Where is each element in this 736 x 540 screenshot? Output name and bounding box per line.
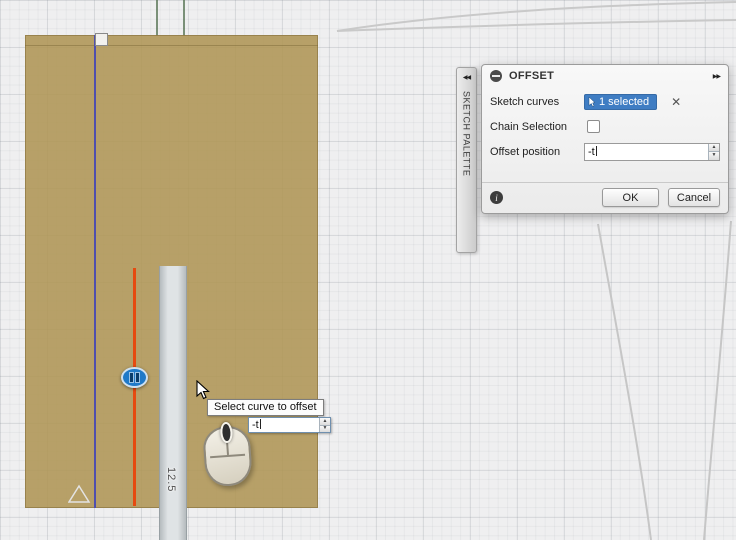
clear-selection-icon[interactable]: ✕	[671, 96, 681, 108]
row-sketch-curves: Sketch curves 1 selected ✕	[482, 89, 728, 114]
offset-position-label: Offset position	[490, 145, 561, 158]
dialog-header[interactable]: OFFSET ▶▶	[482, 65, 728, 85]
inline-spinner: ▲ ▼	[319, 418, 330, 432]
curve-right-outer	[703, 220, 732, 540]
profile-top-edge	[25, 45, 318, 46]
inline-input-value: -t	[252, 419, 261, 431]
expand-arrows-icon[interactable]: ▶▶	[713, 73, 721, 80]
chain-selection-label: Chain Selection	[490, 120, 568, 133]
text-caret	[595, 145, 597, 156]
sketch-curves-label: Sketch curves	[490, 95, 560, 108]
triangle-marker[interactable]	[68, 484, 92, 504]
spinner-up-icon[interactable]: ▲	[709, 143, 719, 151]
cancel-button[interactable]: Cancel	[668, 188, 720, 207]
spinner-down-icon[interactable]: ▼	[320, 424, 330, 432]
symmetry-bar	[130, 373, 133, 382]
row-offset-position: Offset position -t ▲ ▼	[482, 139, 728, 164]
collapse-arrows-icon[interactable]: ◀◀	[463, 68, 471, 81]
sketch-palette-title: SKETCH PALETTE	[461, 91, 472, 177]
offset-value-inline-input[interactable]: -t ▲ ▼	[248, 417, 331, 433]
dialog-grip-icon[interactable]	[490, 70, 502, 82]
cursor-arrow-icon	[588, 96, 596, 107]
text-caret	[259, 419, 261, 429]
offset-position-input[interactable]: -t ▲ ▼	[584, 142, 720, 161]
ok-button[interactable]: OK	[602, 188, 659, 207]
dialog-title: OFFSET	[509, 70, 555, 82]
sketch-canvas[interactable]: 12.5 Select curve to offset -t ▲ ▼ ◀◀ SK…	[0, 0, 736, 540]
dimension-label[interactable]: 12.5	[165, 467, 177, 492]
spinner-down-icon[interactable]: ▼	[709, 151, 719, 160]
slot-region[interactable]	[159, 266, 187, 540]
sketch-palette-collapsed[interactable]: ◀◀ SKETCH PALETTE	[456, 67, 477, 253]
mouse-cursor-icon	[196, 380, 210, 400]
mouse-hint-graphic	[202, 421, 254, 488]
tooltip: Select curve to offset	[207, 399, 324, 416]
selection-chip[interactable]: 1 selected	[584, 93, 658, 110]
dialog-footer: i OK Cancel	[482, 182, 728, 213]
sketch-point-marker[interactable]	[95, 33, 108, 46]
offset-position-value: -t	[588, 145, 597, 158]
row-chain-selection: Chain Selection	[482, 114, 728, 139]
curve-right-inner	[597, 223, 652, 540]
chain-selection-checkbox[interactable]	[587, 120, 600, 133]
dialog-body: Sketch curves 1 selected ✕ Chain Selecti…	[482, 85, 728, 164]
sketch-line-vertical[interactable]	[94, 35, 96, 508]
mouse-button-line	[210, 453, 246, 459]
symmetry-constraint-icon[interactable]	[121, 367, 148, 388]
offset-dialog: OFFSET ▶▶ Sketch curves 1 selected ✕ Cha…	[481, 64, 729, 214]
arc-top-upper	[336, 1, 736, 32]
selection-chip-label: 1 selected	[599, 95, 650, 108]
symmetry-bar	[136, 373, 139, 382]
dialog-spinner: ▲ ▼	[708, 143, 719, 160]
info-icon[interactable]: i	[490, 191, 503, 204]
arc-top-lower	[336, 19, 736, 32]
